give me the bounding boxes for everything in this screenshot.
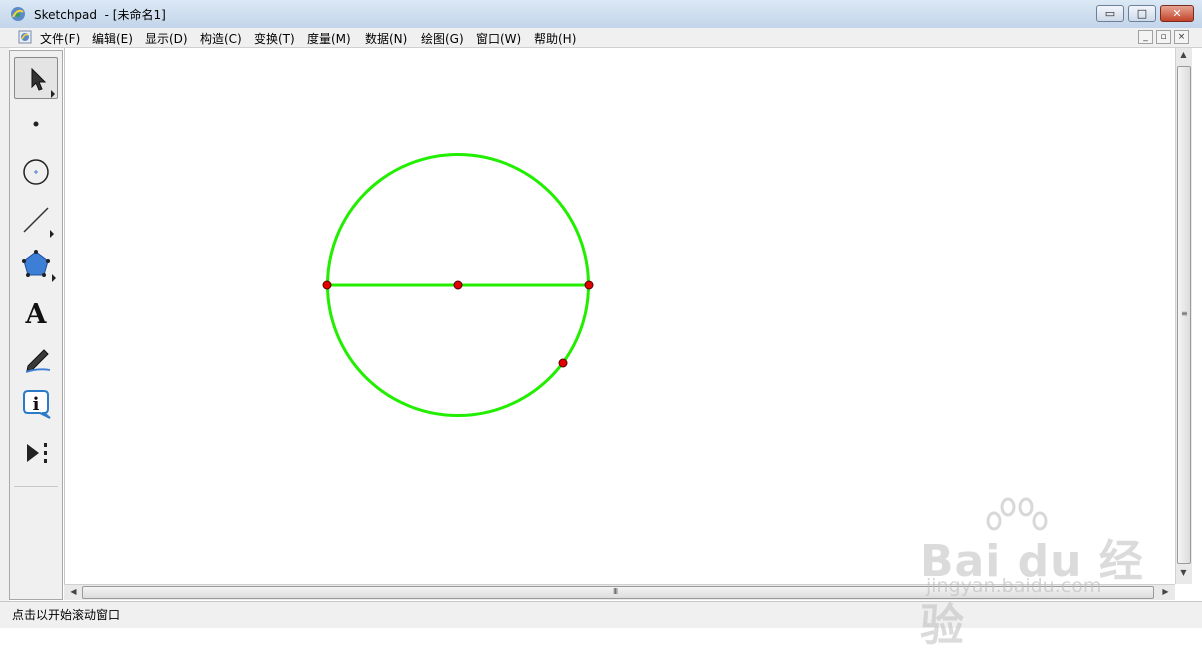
polygon-tool-icon <box>22 250 56 282</box>
custom-tool-button[interactable] <box>14 432 58 474</box>
information-tool-icon: i <box>23 390 51 419</box>
left-endpoint[interactable] <box>322 280 332 290</box>
maximize-icon: □ <box>1136 7 1148 20</box>
text-tool-icon: A <box>25 299 48 330</box>
doc-close-button[interactable]: × <box>1174 30 1189 44</box>
information-tool-button[interactable]: i <box>14 385 58 427</box>
close-icon: ✕ <box>1172 7 1182 20</box>
text-tool-label: A <box>25 299 48 330</box>
title-bar: Sketchpad - [未命名1] ▭ □ ✕ <box>0 0 1202 29</box>
compass-tool-icon <box>23 159 49 185</box>
sketchpad-logo-icon <box>11 7 25 21</box>
menu-file[interactable]: 文件(F) <box>40 30 80 47</box>
menu-window[interactable]: 窗口(W) <box>476 30 521 47</box>
right-endpoint[interactable] <box>584 280 594 290</box>
menu-measure[interactable]: 度量(M) <box>307 30 351 47</box>
baidu-watermark: Bai du 经验 jingyan.baidu.com <box>920 495 1180 651</box>
menu-bar: 文件(F) 编辑(E) 显示(D) 构造(C) 变换(T) 度量(M) 数据(N… <box>0 28 1202 48</box>
menu-graph[interactable]: 绘图(G) <box>421 30 464 47</box>
toolbox-separator <box>14 486 58 487</box>
window-title: Sketchpad - [未命名1] <box>34 8 166 22</box>
status-text: 点击以开始滚动窗口 <box>12 608 121 622</box>
window-frame-left <box>0 48 9 601</box>
arrow-tool-icon <box>31 67 55 98</box>
menu-construct[interactable]: 构造(C) <box>200 30 242 47</box>
point-tool-button[interactable] <box>14 104 58 146</box>
menu-edit[interactable]: 编辑(E) <box>92 30 133 47</box>
marker-tool-icon <box>25 349 51 373</box>
close-button[interactable]: ✕ <box>1160 5 1194 22</box>
toolbox: A i <box>9 50 63 600</box>
line-tool-icon <box>23 207 54 238</box>
marker-tool-button[interactable] <box>14 338 58 380</box>
center-point[interactable] <box>453 280 463 290</box>
vertical-grip-icon: ≡ <box>1181 309 1188 318</box>
line-tool-button[interactable] <box>14 198 58 240</box>
scroll-up-arrow-icon[interactable]: ▲ <box>1176 50 1191 59</box>
menu-transform[interactable]: 变换(T) <box>254 30 295 47</box>
maximize-button[interactable]: □ <box>1128 5 1156 22</box>
arrow-tool-button[interactable] <box>14 57 58 99</box>
doc-minimize-button[interactable]: _ <box>1138 30 1153 44</box>
scroll-left-arrow-icon[interactable]: ◀ <box>66 587 81 596</box>
menu-help[interactable]: 帮助(H) <box>534 30 576 47</box>
text-tool-button[interactable]: A <box>14 291 58 333</box>
document-icon[interactable] <box>18 30 32 44</box>
compass-tool-button[interactable] <box>14 151 58 193</box>
svg-text:i: i <box>33 394 40 415</box>
point-on-circle[interactable] <box>558 358 568 368</box>
menu-display[interactable]: 显示(D) <box>145 30 188 47</box>
minimize-icon: ▭ <box>1104 7 1116 20</box>
doc-restore-button[interactable]: ▫ <box>1156 30 1171 44</box>
vertical-scroll-thumb[interactable]: ≡ <box>1177 66 1191 564</box>
custom-tool-icon <box>27 443 47 463</box>
polygon-tool-button[interactable] <box>14 244 58 286</box>
horizontal-grip-icon: III <box>613 587 618 596</box>
minimize-button[interactable]: ▭ <box>1096 5 1124 22</box>
menu-data[interactable]: 数据(N) <box>365 30 407 47</box>
point-tool-icon <box>33 121 39 127</box>
watermark-url: jingyan.baidu.com <box>926 575 1102 597</box>
